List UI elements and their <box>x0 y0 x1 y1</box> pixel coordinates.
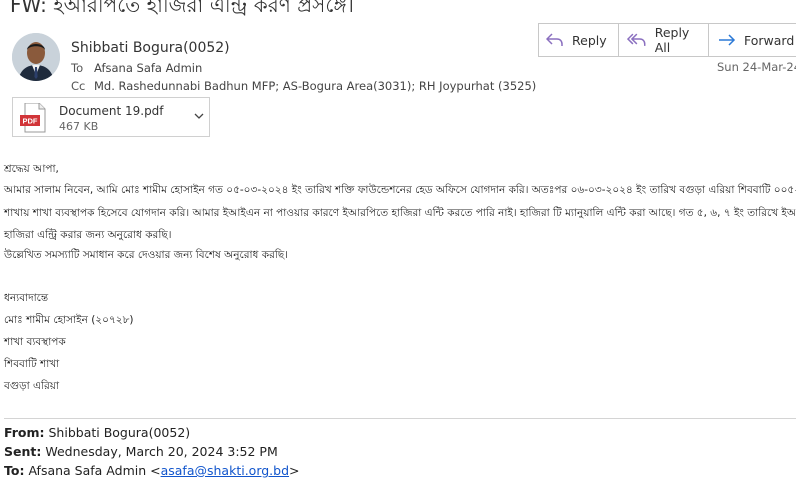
signature-line: শাখা ব্যবস্থাপক <box>4 336 66 348</box>
to-recipient[interactable]: Afsana Safa Admin <box>94 61 202 75</box>
from-label: From: <box>4 425 45 440</box>
forwarded-from: From: Shibbati Bogura(0052) <box>4 425 190 440</box>
reply-all-label: Reply All <box>654 25 690 55</box>
message-line: আমার সালাম নিবেন, আমি মোঃ শামীম হোসাইন গ… <box>4 184 796 196</box>
pdf-file-icon: PDF <box>20 103 46 133</box>
forwarded-to-label: To: <box>4 463 25 478</box>
forward-divider <box>4 418 796 419</box>
signature-line: বগুড়া এরিয়া <box>4 380 60 392</box>
greeting: শ্রদ্ধেয় আপা, <box>4 163 59 175</box>
from-value: Shibbati Bogura(0052) <box>48 425 191 440</box>
cc-recipients[interactable]: Md. Rashedunnabi Badhun MFP; AS-Bogura A… <box>94 79 536 93</box>
forward-icon <box>719 34 736 46</box>
person-photo-icon <box>12 33 60 81</box>
email-subject: FW: ইআরপিতে হাজিরা এন্ট্রি করণ প্রসঙ্গে। <box>10 0 354 17</box>
reply-all-button[interactable]: Reply All <box>619 24 709 56</box>
to-label: To <box>71 61 84 75</box>
reply-all-icon <box>627 33 646 46</box>
message-line: উল্লেখিত সমস্যাটি সমাধান করে দেওয়ার জন্… <box>4 249 289 261</box>
sent-label: Sent: <box>4 444 42 459</box>
reply-label: Reply <box>572 32 607 48</box>
message-line: হাজিরা এন্ট্রি করার জন্য অনুরোধ করছি। <box>4 229 172 241</box>
forwarded-sent: Sent: Wednesday, March 20, 2024 3:52 PM <box>4 444 278 459</box>
signature-line: ধন্যবাদান্তে <box>4 292 49 304</box>
forward-label: Forward <box>744 32 795 48</box>
pdf-icon-text: PDF <box>23 117 38 126</box>
attachment-name: Document 19.pdf <box>59 104 164 118</box>
cc-label: Cc <box>71 79 86 93</box>
sender-name[interactable]: Shibbati Bogura(0052) <box>71 40 230 56</box>
attachment-card[interactable]: PDF Document 19.pdf 467 KB <box>12 97 210 137</box>
chevron-down-icon[interactable] <box>194 112 204 120</box>
forwarded-to: To: Afsana Safa Admin <asafa@shakti.org.… <box>4 463 300 478</box>
received-date: Sun 24-Mar-24 <box>717 60 796 74</box>
attachment-size: 467 KB <box>59 120 99 133</box>
email-link[interactable]: asafa@shakti.org.bd <box>161 463 289 478</box>
forward-button[interactable]: Forward <box>709 24 796 56</box>
sent-value: Wednesday, March 20, 2024 3:52 PM <box>45 444 278 459</box>
reply-icon <box>546 33 563 46</box>
signature-line: শিববাটি শাখা <box>4 358 60 370</box>
forwarded-to-name: Afsana Safa Admin < <box>28 463 161 478</box>
sender-avatar[interactable] <box>12 33 60 81</box>
message-line: শাখায় শাখা ব্যবস্থাপক হিসেবে যোগদান করি… <box>4 207 796 219</box>
forwarded-to-close: > <box>289 463 300 478</box>
signature-line: মোঃ শামীম হোসাইন (২০৭২৮) <box>4 314 134 326</box>
reply-button[interactable]: Reply <box>539 24 619 56</box>
message-actions: Reply Reply All Forward <box>538 23 796 57</box>
